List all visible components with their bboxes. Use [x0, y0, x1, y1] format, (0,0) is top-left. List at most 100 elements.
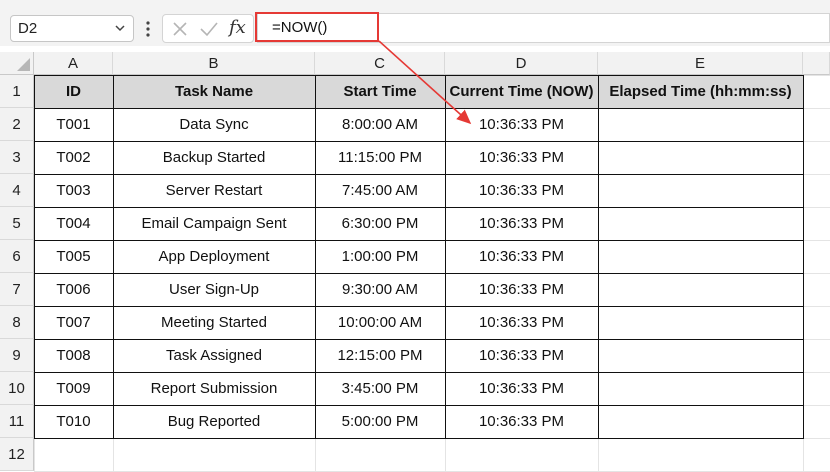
row-header-3[interactable]: 3: [0, 141, 34, 174]
table-border-v: [445, 75, 446, 439]
table-cell[interactable]: 6:30:00 PM: [315, 207, 445, 240]
table-cell[interactable]: Bug Reported: [113, 405, 315, 438]
table-border-v: [598, 75, 599, 439]
table-cell[interactable]: Meeting Started: [113, 306, 315, 339]
row-header-11[interactable]: 11: [0, 405, 34, 438]
insert-function-icon[interactable]: fx: [229, 17, 246, 38]
table-cell[interactable]: T001: [34, 108, 113, 141]
table-cell[interactable]: [598, 372, 803, 405]
column-header-c[interactable]: C: [315, 52, 445, 75]
table-border-h: [34, 207, 804, 208]
row-header-9[interactable]: 9: [0, 339, 34, 372]
table-cell[interactable]: T009: [34, 372, 113, 405]
column-header-e[interactable]: E: [598, 52, 803, 75]
select-all-corner[interactable]: [0, 52, 34, 75]
table-border-v: [315, 75, 316, 439]
enter-check-icon[interactable]: [199, 20, 219, 38]
table-cell[interactable]: [598, 273, 803, 306]
table-cell[interactable]: 10:36:33 PM: [445, 240, 598, 273]
table-cell[interactable]: Email Campaign Sent: [113, 207, 315, 240]
table-cell[interactable]: User Sign-Up: [113, 273, 315, 306]
table-cell[interactable]: 10:36:33 PM: [445, 108, 598, 141]
table-header-cell[interactable]: Elapsed Time (hh:mm:ss): [598, 75, 803, 108]
table-cell[interactable]: 10:36:33 PM: [445, 141, 598, 174]
row-header-1[interactable]: 1: [0, 75, 34, 108]
table-border-v: [34, 75, 35, 439]
table-cell[interactable]: 10:36:33 PM: [445, 372, 598, 405]
table-cell[interactable]: [598, 405, 803, 438]
table-cell[interactable]: 8:00:00 AM: [315, 108, 445, 141]
table-header-cell[interactable]: ID: [34, 75, 113, 108]
table-cell[interactable]: 10:36:33 PM: [445, 174, 598, 207]
row-header-7[interactable]: 7: [0, 273, 34, 306]
table-cell[interactable]: [598, 240, 803, 273]
table-cell[interactable]: [598, 108, 803, 141]
more-options-icon[interactable]: [145, 20, 151, 38]
table-cell[interactable]: 1:00:00 PM: [315, 240, 445, 273]
table-border-h: [34, 273, 804, 274]
table-cell[interactable]: [598, 174, 803, 207]
table-cell[interactable]: T007: [34, 306, 113, 339]
table-cell[interactable]: 10:00:00 AM: [315, 306, 445, 339]
formula-bar-area: D2 fx =NOW(): [0, 0, 830, 46]
row-header-5[interactable]: 5: [0, 207, 34, 240]
table-cell[interactable]: Server Restart: [113, 174, 315, 207]
table-border-h: [34, 141, 804, 142]
table-border-h: [34, 240, 804, 241]
table-cell[interactable]: Data Sync: [113, 108, 315, 141]
table-header-cell[interactable]: Start Time: [315, 75, 445, 108]
table-cell[interactable]: Task Assigned: [113, 339, 315, 372]
table-border-h: [34, 75, 804, 76]
table-cell[interactable]: 9:30:00 AM: [315, 273, 445, 306]
table-cell[interactable]: App Deployment: [113, 240, 315, 273]
table-cell[interactable]: 11:15:00 PM: [315, 141, 445, 174]
table-cell[interactable]: [598, 306, 803, 339]
table-cell[interactable]: 7:45:00 AM: [315, 174, 445, 207]
table-cell[interactable]: T002: [34, 141, 113, 174]
table-cell[interactable]: [598, 339, 803, 372]
row-header-4[interactable]: 4: [0, 174, 34, 207]
column-header-d[interactable]: D: [445, 52, 598, 75]
table-cell[interactable]: T010: [34, 405, 113, 438]
table-cell[interactable]: 10:36:33 PM: [445, 306, 598, 339]
table-header-cell[interactable]: Task Name: [113, 75, 315, 108]
table-cell[interactable]: T005: [34, 240, 113, 273]
column-header-a[interactable]: A: [34, 52, 113, 75]
row-header-8[interactable]: 8: [0, 306, 34, 339]
formula-controls: fx: [162, 14, 254, 43]
name-box-value: D2: [18, 20, 38, 37]
row-header-12[interactable]: 12: [0, 438, 34, 471]
table-cell[interactable]: Report Submission: [113, 372, 315, 405]
table-border-v: [803, 75, 804, 439]
table-cell[interactable]: 12:15:00 PM: [315, 339, 445, 372]
table-cell[interactable]: 10:36:33 PM: [445, 207, 598, 240]
table-header-cell[interactable]: Current Time (NOW): [445, 75, 598, 108]
table-border-h: [34, 438, 804, 439]
table-cell[interactable]: T006: [34, 273, 113, 306]
table-cell[interactable]: Backup Started: [113, 141, 315, 174]
table-border-v: [113, 75, 114, 439]
cancel-icon[interactable]: [171, 20, 189, 38]
column-header-b[interactable]: B: [113, 52, 315, 75]
table-cell[interactable]: 10:36:33 PM: [445, 339, 598, 372]
table-cell[interactable]: 5:00:00 PM: [315, 405, 445, 438]
chevron-down-icon[interactable]: [113, 21, 127, 35]
row-header-10[interactable]: 10: [0, 372, 34, 405]
name-box[interactable]: D2: [10, 15, 134, 42]
table-border-h: [34, 108, 804, 109]
table-cell[interactable]: [598, 207, 803, 240]
table-border-h: [34, 306, 804, 307]
table-cell[interactable]: 10:36:33 PM: [445, 405, 598, 438]
table-cell[interactable]: 10:36:33 PM: [445, 273, 598, 306]
table-border-h: [34, 174, 804, 175]
table-border-h: [34, 405, 804, 406]
table-cell[interactable]: 3:45:00 PM: [315, 372, 445, 405]
table-cell[interactable]: T008: [34, 339, 113, 372]
table-cell[interactable]: T003: [34, 174, 113, 207]
table-cell[interactable]: [598, 141, 803, 174]
row-header-6[interactable]: 6: [0, 240, 34, 273]
column-header-filler: [803, 52, 830, 75]
row-header-2[interactable]: 2: [0, 108, 34, 141]
table-cell[interactable]: T004: [34, 207, 113, 240]
formula-highlight-box: [255, 12, 379, 42]
